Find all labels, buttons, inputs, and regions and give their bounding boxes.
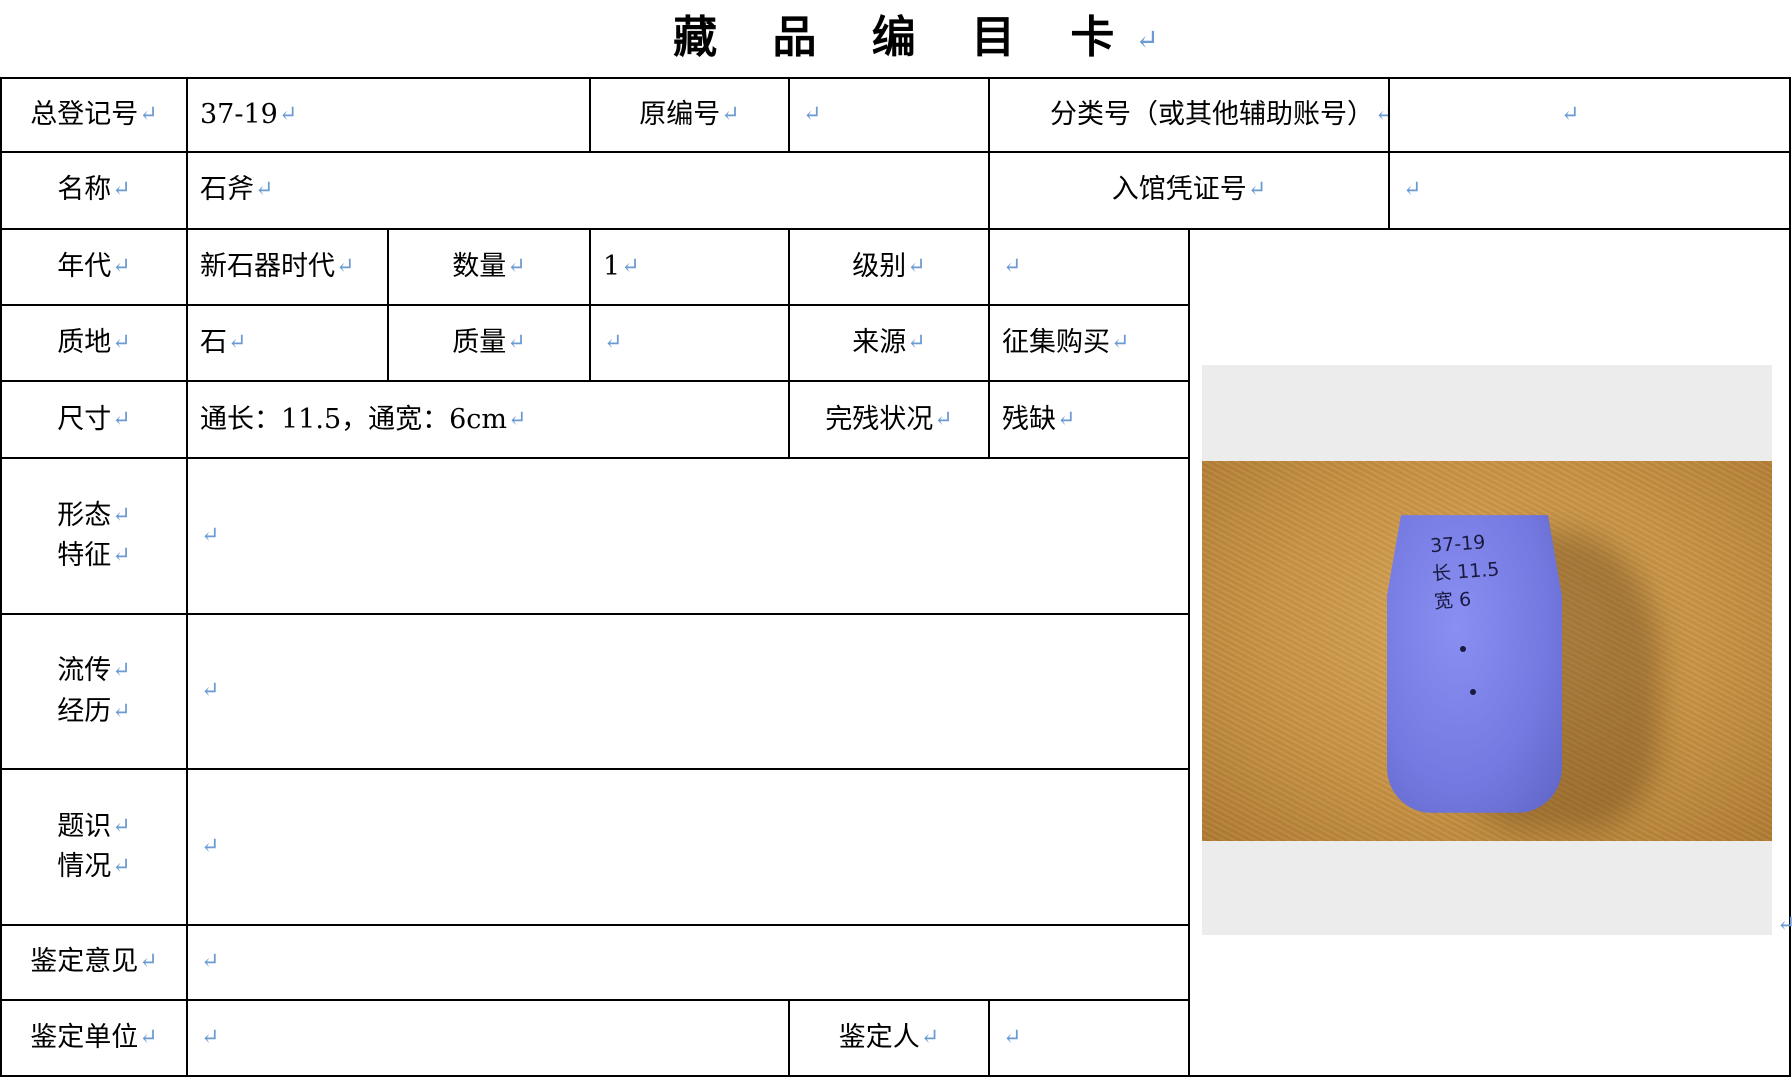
- row-name: 名称↵ 石斧↵ 入馆凭证号↵ ↵: [0, 151, 1791, 230]
- name-label: 名称↵: [0, 151, 188, 230]
- appraiser-value[interactable]: ↵: [988, 998, 1190, 1077]
- appraiser-label: 鉴定人↵: [788, 998, 990, 1077]
- orig-no-value[interactable]: ↵: [788, 76, 990, 154]
- row-era: 年代↵ 新石器时代↵ 数量↵ 1↵ 级别↵ ↵ 37-19 长 11.5 宽 6: [0, 227, 1791, 1077]
- quantity-label: 数量↵: [387, 227, 591, 307]
- name-value[interactable]: 石斧↵: [186, 151, 990, 230]
- card-title-text: 藏 品 编 目 卡: [673, 12, 1135, 63]
- appraisal-opinion-label: 鉴定意见↵: [0, 924, 188, 1001]
- axe-marking-text: 37-19 长 11.5 宽 6: [1429, 531, 1501, 613]
- era-label: 年代↵: [0, 227, 188, 307]
- mass-value[interactable]: ↵: [589, 304, 790, 383]
- class-no-label: 分类号（或其他辅助账号）↵: [988, 76, 1390, 154]
- card-title: 藏 品 编 目 卡↵: [0, 8, 1792, 68]
- axe-mark-dot: [1460, 645, 1466, 652]
- grade-label: 级别↵: [788, 227, 990, 307]
- source-label: 来源↵: [788, 304, 990, 383]
- orig-no-label: 原编号↵: [589, 76, 790, 154]
- catalog-card-table: 总登记号↵ 37-19↵ 原编号↵ ↵ 分类号（或其他辅助账号）↵ ↵ 名称↵ …: [0, 76, 1791, 1077]
- size-label: 尺寸↵: [0, 380, 188, 459]
- return-mark: ↵: [1777, 912, 1792, 937]
- material-label: 质地↵: [0, 304, 188, 383]
- stone-axe-photo: 37-19 长 11.5 宽 6: [1202, 460, 1772, 841]
- total-reg-value[interactable]: 37-19↵: [186, 76, 591, 154]
- era-value[interactable]: 新石器时代↵: [186, 227, 389, 307]
- source-value[interactable]: 征集购买↵: [988, 304, 1190, 383]
- class-no-value[interactable]: ↵: [1388, 76, 1791, 154]
- morph-label: 形态↵ 特征↵: [0, 456, 188, 615]
- axe-mark-dot: [1470, 688, 1476, 695]
- material-value[interactable]: 石↵: [186, 304, 389, 383]
- history-value[interactable]: ↵: [186, 612, 1190, 771]
- morph-value[interactable]: ↵: [186, 456, 1190, 615]
- history-label: 流传↵ 经历↵: [0, 612, 188, 771]
- appraisal-unit-label: 鉴定单位↵: [0, 998, 188, 1077]
- mass-label: 质量↵: [387, 304, 591, 383]
- condition-value[interactable]: 残缺↵: [988, 380, 1190, 459]
- condition-label: 完残状况↵: [788, 380, 990, 459]
- row-registration: 总登记号↵ 37-19↵ 原编号↵ ↵ 分类号（或其他辅助账号）↵ ↵: [0, 76, 1791, 154]
- size-value[interactable]: 通长：11.5，通宽：6cm↵: [186, 380, 790, 459]
- grade-value[interactable]: ↵: [988, 227, 1190, 307]
- appraisal-opinion-value[interactable]: ↵: [186, 924, 1190, 1001]
- entry-voucher-value[interactable]: ↵: [1388, 151, 1791, 230]
- inscription-label: 题识↵ 情况↵: [0, 768, 188, 927]
- entry-voucher-label: 入馆凭证号↵: [988, 151, 1390, 230]
- inscription-value[interactable]: ↵: [186, 768, 1190, 927]
- photo-frame: 37-19 长 11.5 宽 6: [1202, 364, 1772, 935]
- return-mark: ↵: [1135, 23, 1159, 57]
- total-reg-label: 总登记号↵: [0, 76, 188, 154]
- quantity-value[interactable]: 1↵: [589, 227, 790, 307]
- appraisal-unit-value[interactable]: ↵: [186, 998, 790, 1077]
- photo-cell: 37-19 长 11.5 宽 6: [1188, 227, 1791, 1077]
